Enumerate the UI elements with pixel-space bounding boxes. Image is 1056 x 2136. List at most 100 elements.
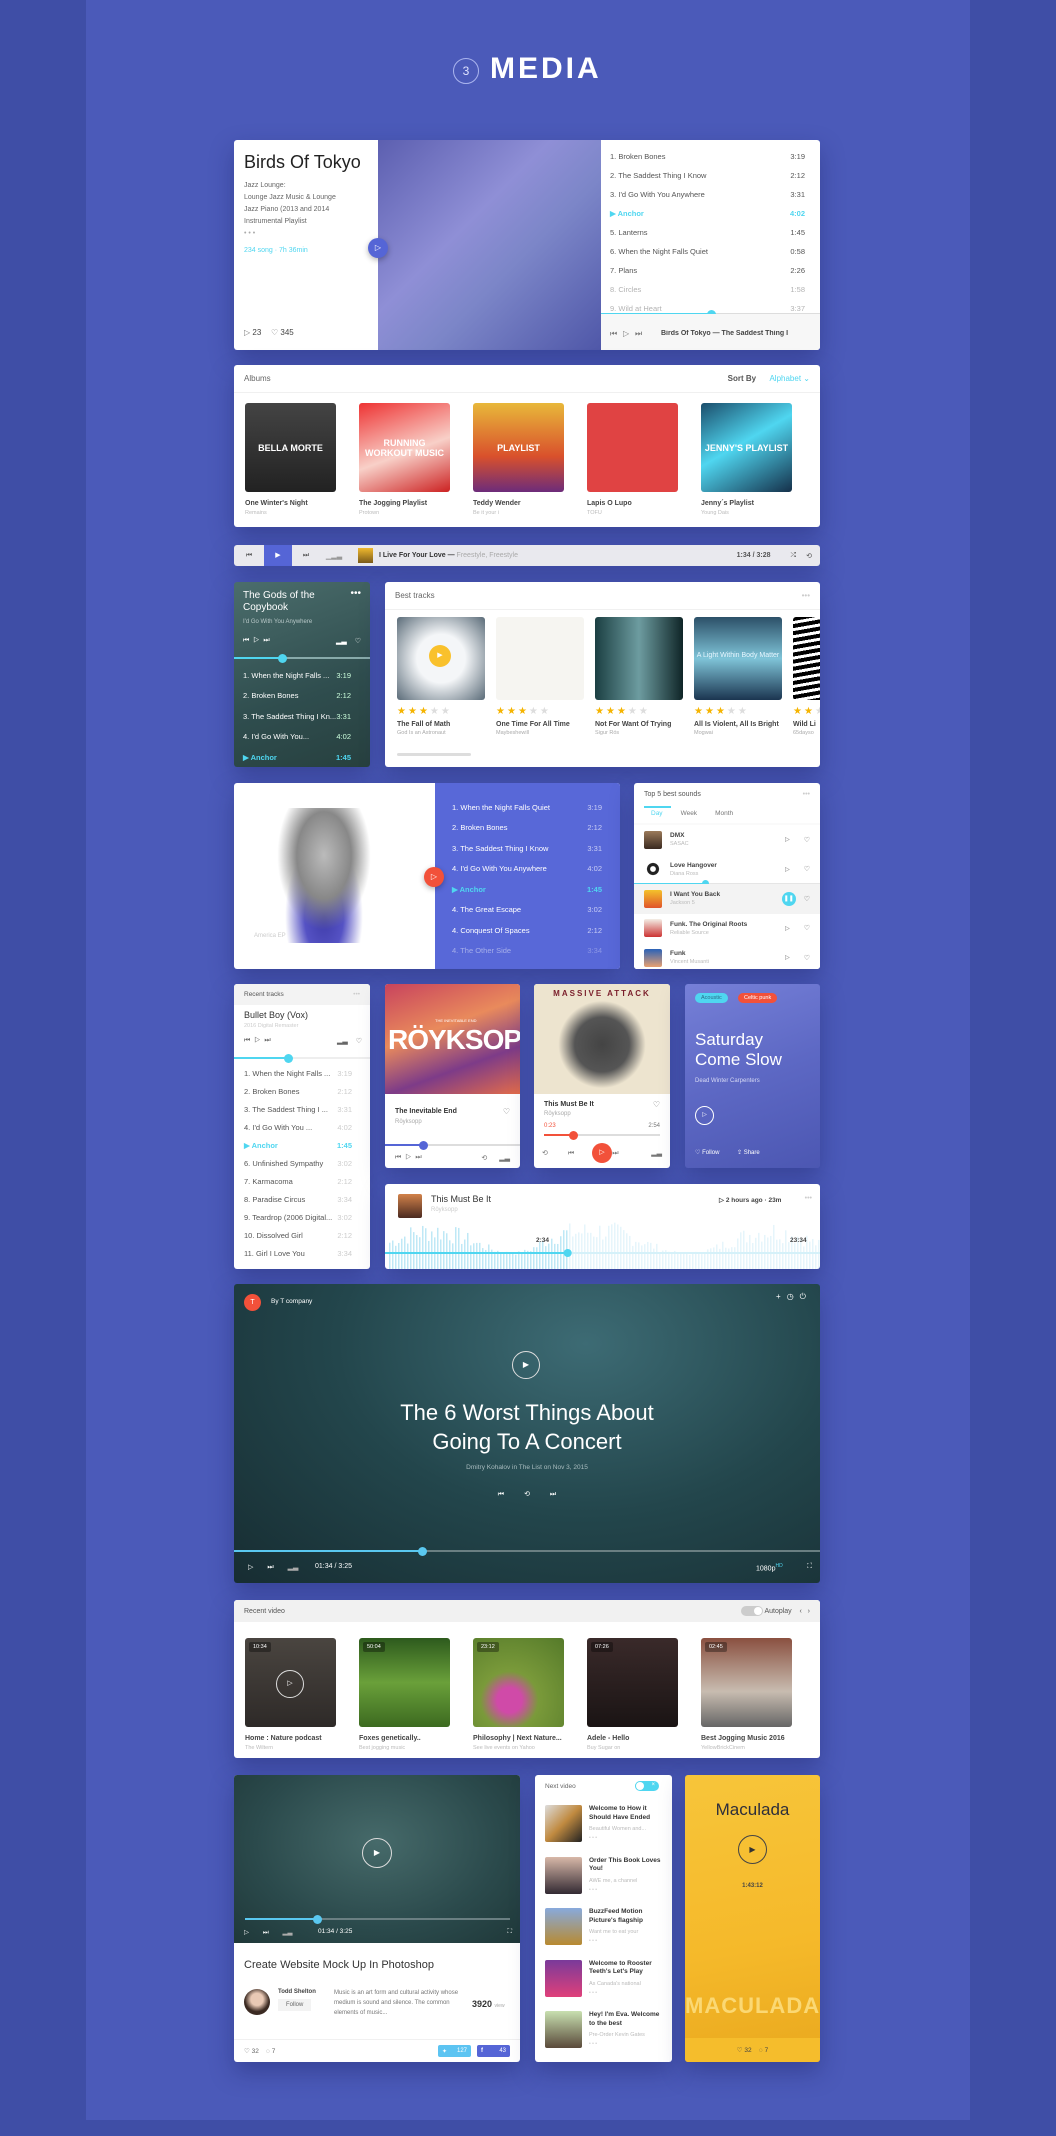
track-row[interactable]: 1. When the Night Falls Quiet 3:19 [452, 797, 602, 818]
heart-icon[interactable]: ♡ [804, 924, 810, 932]
track-row[interactable]: 2. Broken Bones 2:12 [244, 1082, 352, 1100]
heart-icon[interactable]: ♡ [356, 1037, 362, 1045]
track-row[interactable]: ▶ Anchor 1:45 [244, 1136, 352, 1154]
rating-stars[interactable]: ★★★★★ [496, 706, 584, 717]
next-video-toggle[interactable]: × [635, 1781, 659, 1791]
previous-icon[interactable]: ⏮ [498, 1491, 504, 1498]
quality-selector[interactable]: 1080pHD [756, 1563, 783, 1572]
play-button[interactable]: ▷ [695, 1106, 714, 1125]
track-row[interactable]: 3. I'd Go With You Anywhere 3:31 [610, 185, 805, 204]
tab-month[interactable]: Month [715, 810, 733, 817]
play-icon[interactable]: ▷ [785, 866, 790, 873]
progress-handle[interactable] [277, 654, 287, 663]
channel-name[interactable]: By T company [271, 1298, 312, 1305]
rating-stars[interactable]: ★★★★★ [793, 706, 820, 717]
add-icon[interactable]: + [776, 1292, 787, 1301]
more-icon[interactable]: ••• [802, 591, 810, 600]
autoplay-toggle[interactable] [740, 1606, 763, 1616]
play-icon[interactable]: ▷ [254, 1037, 260, 1044]
play-icon[interactable]: ▷ [248, 1564, 253, 1571]
best-track-item[interactable]: A Light Within Body Matter ★★★★★ All Is Vi… [694, 617, 782, 736]
chevron-right-icon[interactable]: › [808, 1608, 810, 1615]
repeat-icon[interactable]: ⟲ [481, 1154, 487, 1162]
next-icon[interactable]: ⏭ [267, 1564, 273, 1571]
album-item[interactable]: JENNY'S PLAYLIST Jenny´s Playlist Young Da… [701, 403, 792, 516]
play-icon[interactable]: ▷ [253, 637, 259, 644]
next-icon[interactable]: ⏭ [415, 1154, 421, 1161]
track-row[interactable]: 3. The Saddest Thing I Kn... 3:31 [243, 706, 351, 727]
rating-stars[interactable]: ★★★★★ [694, 706, 782, 717]
heart-icon[interactable]: ♡ [737, 2047, 743, 2054]
next-icon[interactable]: ⏭ [612, 1150, 618, 1157]
facebook-share-button[interactable]: f 43 [477, 2045, 510, 2057]
pause-button[interactable]: ❚❚ [781, 891, 796, 906]
best-track-item[interactable]: ★★★★★ Wild Li 65dayso [793, 617, 820, 736]
video-item[interactable]: 23:12 Philosophy | Next Nature... See live… [473, 1638, 564, 1751]
track-row[interactable]: 4. I'd Go With You... 4:02 [243, 727, 351, 748]
more-icon[interactable]: ••• [803, 791, 810, 798]
follow-button[interactable]: Follow [702, 1150, 719, 1156]
more-dots[interactable]: • • • [589, 1990, 665, 1996]
repeat-icon[interactable]: ⟲ [806, 552, 812, 560]
album-item[interactable]: PLAYLIST Teddy Wender Be it your i [473, 403, 564, 516]
track-row[interactable]: 3. The Saddest Thing I ... 3:31 [244, 1100, 352, 1118]
play-button[interactable]: ▶ [264, 545, 292, 566]
next-icon[interactable]: ⏭ [263, 637, 269, 644]
top5-row[interactable]: Funk Vincent Musanti ▷ ♡ [634, 943, 820, 969]
previous-icon[interactable]: ⏮ [395, 1154, 401, 1161]
track-row[interactable]: 4. The Other Side 3:34 [452, 941, 602, 962]
track-row[interactable]: 7. Plans 2:26 [610, 261, 805, 280]
more-icon[interactable]: ••• [350, 588, 361, 599]
video-item[interactable]: 50:04 Foxes genetically.. Best jogging mus… [359, 1638, 450, 1751]
track-row[interactable]: 2. The Saddest Thing I Know 2:12 [610, 166, 805, 185]
channel-avatar[interactable]: T [244, 1294, 261, 1311]
next-icon[interactable]: ⏭ [263, 1929, 269, 1936]
track-row[interactable]: 4. I'd Go With You ... 4:02 [244, 1118, 352, 1136]
sort-dropdown[interactable]: Alphabet [769, 374, 801, 383]
next-video-item[interactable]: BuzzFeed Motion Picture's flagship Want m… [545, 1908, 665, 1960]
video-item[interactable]: 07:26 Adele - Hello Buy Sugar on [587, 1638, 678, 1751]
track-row[interactable]: 10. Dissolved Girl 2:12 [244, 1226, 352, 1244]
play-icon[interactable]: ▷ [405, 1154, 411, 1161]
track-row[interactable]: 3. The Saddest Thing I Know 3:31 [452, 838, 602, 859]
play-button[interactable]: ▷ [368, 238, 388, 258]
more-dots[interactable]: • • • [244, 230, 255, 237]
play-icon[interactable]: ▷ [244, 1929, 249, 1936]
heart-icon[interactable]: ♡ [804, 836, 810, 844]
track-row[interactable]: 4. Conquest Of Spaces 2:12 [452, 920, 602, 941]
track-row[interactable]: 8. Circles 1:58 [610, 280, 805, 299]
progress-handle[interactable] [312, 1915, 322, 1924]
heart-icon[interactable]: ♡ [355, 637, 361, 645]
comment-icon[interactable]: ◌ [266, 2048, 270, 2055]
previous-icon[interactable]: ⏮ [234, 552, 264, 560]
best-track-item[interactable]: ▶ ★★★★★ The Fall of Math God Is an Astronau… [397, 617, 485, 736]
previous-icon[interactable]: ⏮ [568, 1150, 574, 1157]
heart-icon[interactable]: ♡ [503, 1108, 510, 1116]
next-icon[interactable]: ⏭ [550, 1491, 556, 1498]
play-button[interactable]: ▷ [424, 867, 444, 887]
best-track-item[interactable]: ★★★★★ One Time For All Time Maybeshewill [496, 617, 584, 736]
track-row[interactable]: 2. Broken Bones 2:12 [452, 818, 602, 839]
top5-row[interactable]: Love Hangover Diana Ross ▷ ♡ [634, 854, 820, 887]
horizontal-scrollbar[interactable] [397, 753, 471, 756]
top5-row[interactable]: I Want You Back Jackson 5 ❚❚ ♡ [634, 884, 820, 914]
chevron-down-icon[interactable]: ⌄ [803, 374, 810, 383]
best-track-item[interactable]: ★★★★★ Not For Want Of Trying Sigur Rós [595, 617, 683, 736]
previous-icon[interactable]: ⏮ [610, 330, 617, 338]
more-dots[interactable]: • • • [589, 1887, 665, 1893]
repeat-icon[interactable]: ⟲ [524, 1491, 530, 1498]
tag-acoustic[interactable]: Acoustic [695, 993, 728, 1003]
heart-icon[interactable]: ♡ [271, 329, 278, 337]
more-icon[interactable]: ••• [353, 991, 360, 998]
album-item[interactable]: Lapis O Lupo TOFU [587, 403, 678, 516]
twitter-share-button[interactable]: ✦ 127 [438, 2045, 471, 2057]
heart-icon[interactable]: ♡ [804, 954, 810, 962]
track-row[interactable]: 7. Karmacoma 2:12 [244, 1172, 352, 1190]
play-icon[interactable]: ▷ [719, 1197, 724, 1204]
more-dots[interactable]: • • • [589, 1835, 665, 1841]
track-row[interactable]: 1. When the Night Falls ... 3:19 [243, 665, 351, 686]
previous-icon[interactable]: ⏮ [244, 1037, 250, 1044]
next-icon[interactable]: ⏭ [292, 552, 320, 560]
play-button[interactable]: ▶ [429, 645, 451, 667]
album-item[interactable]: RUNNING WORKOUT MUSIC The Jogging Playlis… [359, 403, 450, 516]
